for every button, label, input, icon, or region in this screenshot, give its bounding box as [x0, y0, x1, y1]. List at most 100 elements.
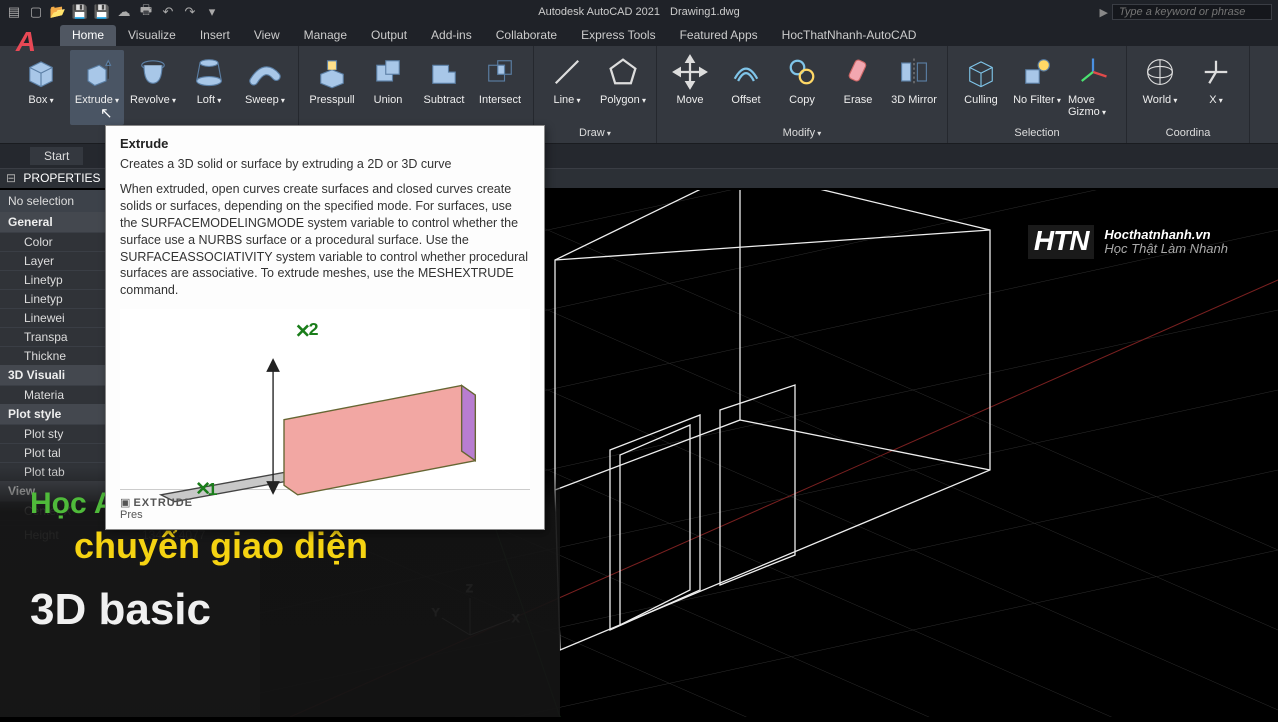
- tooltip-body: When extruded, open curves create surfac…: [120, 181, 530, 299]
- loft-label: Loft: [197, 94, 222, 106]
- offset-icon: [728, 54, 764, 90]
- menu-icon[interactable]: ▤: [6, 4, 22, 20]
- help-search-input[interactable]: [1112, 4, 1272, 20]
- extrude-button[interactable]: Extrude: [70, 50, 124, 125]
- svg-text:2: 2: [309, 319, 319, 339]
- culling-icon: [963, 54, 999, 90]
- properties-title: PROPERTIES: [23, 171, 100, 185]
- xaxis-button[interactable]: X: [1189, 50, 1243, 125]
- redo-icon[interactable]: ↷: [182, 4, 198, 20]
- xaxis-icon: [1198, 54, 1234, 90]
- polygon-icon: [605, 54, 641, 90]
- culling-label: Culling: [964, 94, 998, 106]
- 3dmirror-icon: [896, 54, 932, 90]
- loft-icon: [191, 54, 227, 90]
- movegizmo-icon: [1075, 54, 1111, 90]
- tooltip-press: Pres: [120, 509, 143, 521]
- union-button[interactable]: Union: [361, 50, 415, 125]
- qat-dd-icon[interactable]: ▾: [204, 4, 220, 20]
- line-label: Line: [553, 94, 580, 106]
- tooltip-illustration: ✕ 1 ✕ 2: [120, 309, 530, 489]
- sweep-button[interactable]: Sweep: [238, 50, 292, 125]
- tab-insert[interactable]: Insert: [188, 25, 242, 46]
- nofilter-button[interactable]: No Filter: [1010, 50, 1064, 125]
- tab-addins[interactable]: Add-ins: [419, 25, 484, 46]
- tab-manage[interactable]: Manage: [292, 25, 359, 46]
- watermark-logo: HTN: [1028, 225, 1095, 259]
- undo-icon[interactable]: ↶: [160, 4, 176, 20]
- file-name: Drawing1.dwg: [670, 6, 740, 18]
- web-icon[interactable]: ☁: [116, 4, 132, 20]
- erase-label: Erase: [844, 94, 873, 106]
- erase-button[interactable]: Erase: [831, 50, 885, 125]
- svg-text:1: 1: [207, 479, 217, 499]
- overlay-line2: chuyển giao diện: [74, 525, 530, 567]
- nofilter-icon: [1019, 54, 1055, 90]
- subtract-icon: [426, 54, 462, 90]
- watermark: HTN Hocthatnhanh.vn Học Thật Làm Nhanh: [1028, 225, 1228, 259]
- revolve-label: Revolve: [130, 94, 176, 106]
- autocad-app-icon[interactable]: A: [6, 22, 46, 62]
- intersect-button[interactable]: Intersect: [473, 50, 527, 125]
- watermark-tag: Học Thật Làm Nhanh: [1104, 242, 1228, 256]
- nofilter-label: No Filter: [1013, 94, 1061, 106]
- copy-label: Copy: [789, 94, 815, 106]
- revolve-icon: [135, 54, 171, 90]
- presspull-icon: [314, 54, 350, 90]
- tab-custom[interactable]: HocThatNhanh-AutoCAD: [770, 25, 929, 46]
- save-icon[interactable]: 💾: [72, 4, 88, 20]
- tooltip-title: Extrude: [120, 136, 530, 151]
- tab-visualize[interactable]: Visualize: [116, 25, 188, 46]
- new-icon[interactable]: ▢: [28, 4, 44, 20]
- move-label: Move: [677, 94, 704, 106]
- 3dmirror-label: 3D Mirror: [891, 94, 937, 106]
- search-hint-icon: ▶: [1100, 6, 1108, 19]
- saveas-icon[interactable]: 💾: [94, 4, 110, 20]
- copy-button[interactable]: Copy: [775, 50, 829, 125]
- watermark-site: Hocthatnhanh.vn: [1104, 228, 1228, 242]
- overlay-line3: 3D basic: [30, 585, 530, 635]
- world-label: World: [1143, 94, 1178, 106]
- revolve-button[interactable]: Revolve: [126, 50, 180, 125]
- app-title: Autodesk AutoCAD 2021: [538, 6, 660, 18]
- extrude-icon: [79, 54, 115, 90]
- ribbon-group-draw[interactable]: Draw: [540, 125, 650, 141]
- ribbon-group-coordina[interactable]: Coordina: [1133, 125, 1243, 141]
- world-button[interactable]: World: [1133, 50, 1187, 125]
- xaxis-label: X: [1209, 94, 1223, 106]
- quick-access-toolbar: ▤ ▢ 📂 💾 💾 ☁ 🖶 ↶ ↷ ▾: [6, 4, 220, 20]
- 3dmirror-button[interactable]: 3D Mirror: [887, 50, 941, 125]
- tab-output[interactable]: Output: [359, 25, 419, 46]
- culling-button[interactable]: Culling: [954, 50, 1008, 125]
- open-icon[interactable]: 📂: [50, 4, 66, 20]
- tab-start[interactable]: Start: [30, 147, 83, 165]
- ribbon-group-modify[interactable]: Modify: [663, 125, 941, 141]
- tab-featuredapps[interactable]: Featured Apps: [668, 25, 770, 46]
- line-icon: [549, 54, 585, 90]
- box-label: Box: [28, 94, 53, 106]
- movegizmo-label: Move Gizmo: [1068, 94, 1118, 118]
- polygon-button[interactable]: Polygon: [596, 50, 650, 125]
- plot-icon[interactable]: 🖶: [138, 4, 154, 20]
- world-icon: [1142, 54, 1178, 90]
- loft-button[interactable]: Loft: [182, 50, 236, 125]
- erase-icon: [840, 54, 876, 90]
- union-label: Union: [374, 94, 403, 106]
- subtract-button[interactable]: Subtract: [417, 50, 471, 125]
- tab-view[interactable]: View: [242, 25, 292, 46]
- tab-expresstools[interactable]: Express Tools: [569, 25, 667, 46]
- move-button[interactable]: Move: [663, 50, 717, 125]
- ribbon-tabs: Home Visualize Insert View Manage Output…: [0, 24, 1278, 46]
- extrude-label: Extrude: [75, 94, 119, 106]
- collapse-icon[interactable]: ⊟: [6, 171, 16, 185]
- tooltip-subtitle: Creates a 3D solid or surface by extrudi…: [120, 157, 530, 171]
- presspull-label: Presspull: [309, 94, 354, 106]
- movegizmo-button[interactable]: Move Gizmo: [1066, 50, 1120, 125]
- line-button[interactable]: Line: [540, 50, 594, 125]
- tooltip-command: EXTRUDE: [133, 497, 193, 509]
- tab-collaborate[interactable]: Collaborate: [484, 25, 569, 46]
- presspull-button[interactable]: Presspull: [305, 50, 359, 125]
- offset-button[interactable]: Offset: [719, 50, 773, 125]
- ribbon-group-selection[interactable]: Selection: [954, 125, 1120, 141]
- tab-home[interactable]: Home: [60, 25, 116, 46]
